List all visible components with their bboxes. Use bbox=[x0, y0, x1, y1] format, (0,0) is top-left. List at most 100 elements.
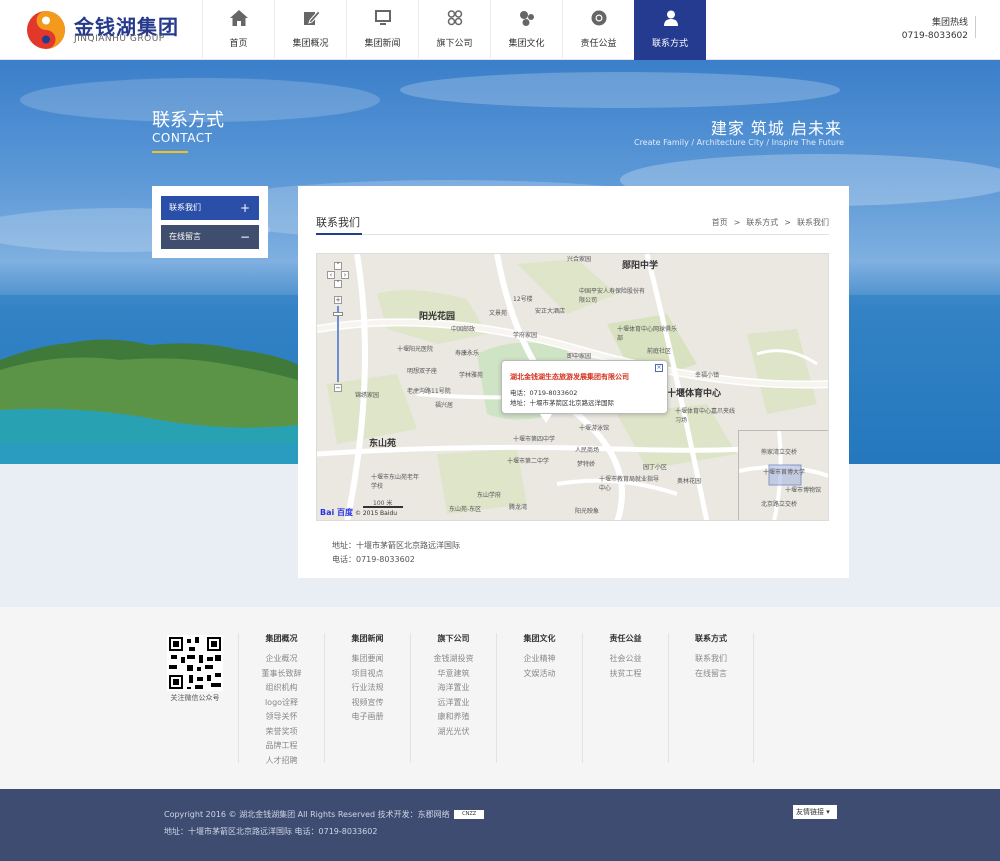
footer-link[interactable]: 人才招聘 bbox=[239, 754, 324, 769]
panel-divider bbox=[316, 234, 829, 235]
map-label: 福兴居 bbox=[435, 402, 454, 409]
nav-label: 集团概况 bbox=[292, 39, 329, 49]
footer-column-title: 联系方式 bbox=[695, 634, 727, 643]
map-label: 东山学府 bbox=[477, 492, 502, 499]
footer-link[interactable]: 海洋置业 bbox=[411, 681, 496, 696]
side-menu-contact-us[interactable]: 联系我们 + bbox=[161, 196, 259, 220]
map-label: 梦特娇 bbox=[577, 461, 596, 468]
footer-link[interactable]: 金钱湖投资 bbox=[411, 652, 496, 667]
logo-text-en: JINQIANHU GROUP bbox=[74, 34, 165, 44]
map-label: 十堰体育中心 bbox=[667, 389, 722, 399]
nav-companies[interactable]: 旗下公司 bbox=[418, 0, 490, 60]
pan-right-button[interactable]: › bbox=[341, 271, 349, 279]
logo[interactable]: 金钱湖集团 JINQIANHU GROUP bbox=[24, 8, 184, 52]
side-menu-label: 在线留言 bbox=[169, 232, 201, 241]
home-icon bbox=[230, 10, 248, 26]
zoom-in-button[interactable]: + bbox=[334, 296, 342, 304]
map-label: 人民商场 bbox=[575, 447, 600, 454]
edit-icon bbox=[304, 10, 321, 25]
footer-link[interactable]: 品牌工程 bbox=[239, 739, 324, 754]
map-label: 寿康永乐 bbox=[455, 350, 480, 357]
pan-left-button[interactable]: ‹ bbox=[327, 271, 335, 279]
footer-link[interactable]: 领导关怀 bbox=[239, 710, 324, 725]
info-window-address: 地址：十堰市茅箭区北京路远洋国际 bbox=[510, 399, 614, 407]
footer-column-companies: 旗下公司 金钱湖投资 华意建筑 海洋置业 远洋置业 康和养殖 湖光光伏 bbox=[410, 633, 496, 763]
map-label: 十堰阳光医院 bbox=[397, 346, 434, 353]
grid-icon bbox=[447, 10, 463, 26]
map-label: 十堰市第四中学 bbox=[513, 436, 556, 443]
map-label: 即中家园 bbox=[567, 353, 592, 360]
map-label: 十堰市教育局就业指导中心 bbox=[599, 476, 660, 492]
hotline-label: 集团热线 bbox=[931, 18, 968, 28]
breadcrumb-current[interactable]: 联系我们 bbox=[797, 218, 829, 227]
site-header: 金钱湖集团 JINQIANHU GROUP 首页 集团概况 集团新闻 旗下公司 … bbox=[0, 0, 1000, 60]
pan-up-button[interactable]: ˄ bbox=[334, 262, 342, 270]
footer-link[interactable]: 董事长致辞 bbox=[239, 667, 324, 682]
friend-links-select[interactable]: 友情链接 ▾ bbox=[793, 805, 837, 819]
footer-link[interactable]: 在线留言 bbox=[669, 667, 753, 682]
nav-label: 责任公益 bbox=[580, 39, 617, 49]
footer-link[interactable]: 集团要闻 bbox=[325, 652, 410, 667]
map-label: 兴合家园 bbox=[567, 256, 592, 263]
zoom-out-button[interactable]: − bbox=[334, 384, 342, 392]
footer-link[interactable]: 行业法规 bbox=[325, 681, 410, 696]
baidu-logo: Bai 百度 bbox=[320, 508, 354, 517]
nav-culture[interactable]: 集团文化 bbox=[490, 0, 562, 60]
zoom-slider-track[interactable] bbox=[337, 306, 339, 382]
baidu-map[interactable]: 郧阳中学 阳光花园 十堰体育中心 东山苑 兴合家园 中国平安人寿保险股份有限公司… bbox=[316, 253, 829, 521]
map-label: 安正大酒店 bbox=[535, 308, 566, 315]
footer-link[interactable]: 华意建筑 bbox=[411, 667, 496, 682]
footer-link[interactable]: 企业精神 bbox=[497, 652, 582, 667]
breadcrumb-contact[interactable]: 联系方式 bbox=[746, 218, 778, 227]
footer-link[interactable]: 荣誉奖项 bbox=[239, 725, 324, 740]
cnzz-badge[interactable]: CNZZ bbox=[454, 810, 485, 819]
map-label: 明想双子座 bbox=[407, 368, 438, 375]
footer-link[interactable]: logo诠释 bbox=[239, 696, 324, 711]
banner-subtitle: CONTACT bbox=[152, 131, 213, 145]
monitor-icon bbox=[375, 10, 391, 25]
nav-news[interactable]: 集团新闻 bbox=[346, 0, 418, 60]
nav-overview[interactable]: 集团概况 bbox=[274, 0, 346, 60]
plus-icon: + bbox=[239, 201, 250, 215]
nav-contact[interactable]: 联系方式 bbox=[634, 0, 706, 60]
breadcrumb-home[interactable]: 首页 bbox=[712, 218, 728, 227]
footer-column-culture: 集团文化 企业精神 文娱活动 bbox=[496, 633, 582, 763]
footer-link[interactable]: 项目视点 bbox=[325, 667, 410, 682]
footer-link[interactable]: 康和养殖 bbox=[411, 710, 496, 725]
nav-charity[interactable]: 责任公益 bbox=[562, 0, 634, 60]
user-icon bbox=[664, 10, 678, 26]
map-scale-bar bbox=[363, 506, 403, 508]
footer-link[interactable]: 远洋置业 bbox=[411, 696, 496, 711]
footer-link[interactable]: 文娱活动 bbox=[497, 667, 582, 682]
side-menu: 联系我们 + 在线留言 − bbox=[152, 186, 268, 258]
panel-title-underline bbox=[316, 233, 362, 235]
footer-link[interactable]: 联系我们 bbox=[669, 652, 753, 667]
pan-down-button[interactable]: ˅ bbox=[334, 280, 342, 288]
breadcrumb: 首页 > 联系方式 > 联系我们 bbox=[712, 217, 829, 228]
zoom-slider-handle[interactable] bbox=[333, 312, 343, 316]
footer-link[interactable]: 扶贫工程 bbox=[583, 667, 668, 682]
map-label: 学府家园 bbox=[513, 332, 538, 339]
nav-label: 首页 bbox=[229, 39, 248, 49]
map-label: 熊家湾立交桥 bbox=[761, 449, 798, 456]
side-menu-online-message[interactable]: 在线留言 − bbox=[161, 225, 259, 249]
nav-home[interactable]: 首页 bbox=[202, 0, 274, 60]
copyright-text: Copyright 2016 © 湖北金钱湖集团 All Rights Rese… bbox=[164, 810, 450, 819]
map-label: 中国邮政 bbox=[451, 326, 476, 333]
map-label: 阳光花园 bbox=[419, 312, 456, 322]
nav-label: 联系方式 bbox=[651, 39, 688, 49]
footer-link[interactable]: 社会公益 bbox=[583, 652, 668, 667]
side-menu-label: 联系我们 bbox=[169, 203, 201, 212]
map-label: 十堰市东山苑老年学校 bbox=[371, 474, 420, 490]
footer-link[interactable]: 组织机构 bbox=[239, 681, 324, 696]
footer-link[interactable]: 企业概况 bbox=[239, 652, 324, 667]
footer-link[interactable]: 视频宣传 bbox=[325, 696, 410, 711]
footer-column-title: 集团新闻 bbox=[351, 634, 384, 643]
footer-column-charity: 责任公益 社会公益 扶贫工程 bbox=[582, 633, 668, 763]
copyright: Copyright 2016 © 湖北金钱湖集团 All Rights Rese… bbox=[164, 809, 485, 820]
footer-link[interactable]: 电子画册 bbox=[325, 710, 410, 725]
map-label: 十堰市第二中学 bbox=[507, 458, 550, 465]
footer-link[interactable]: 湖光光伏 bbox=[411, 725, 496, 740]
map-overview[interactable]: 熊家湾立交桥 北京路立交桥 十堰市博物馆 十堰市首博大学 bbox=[738, 430, 828, 520]
close-icon[interactable]: × bbox=[655, 364, 663, 372]
